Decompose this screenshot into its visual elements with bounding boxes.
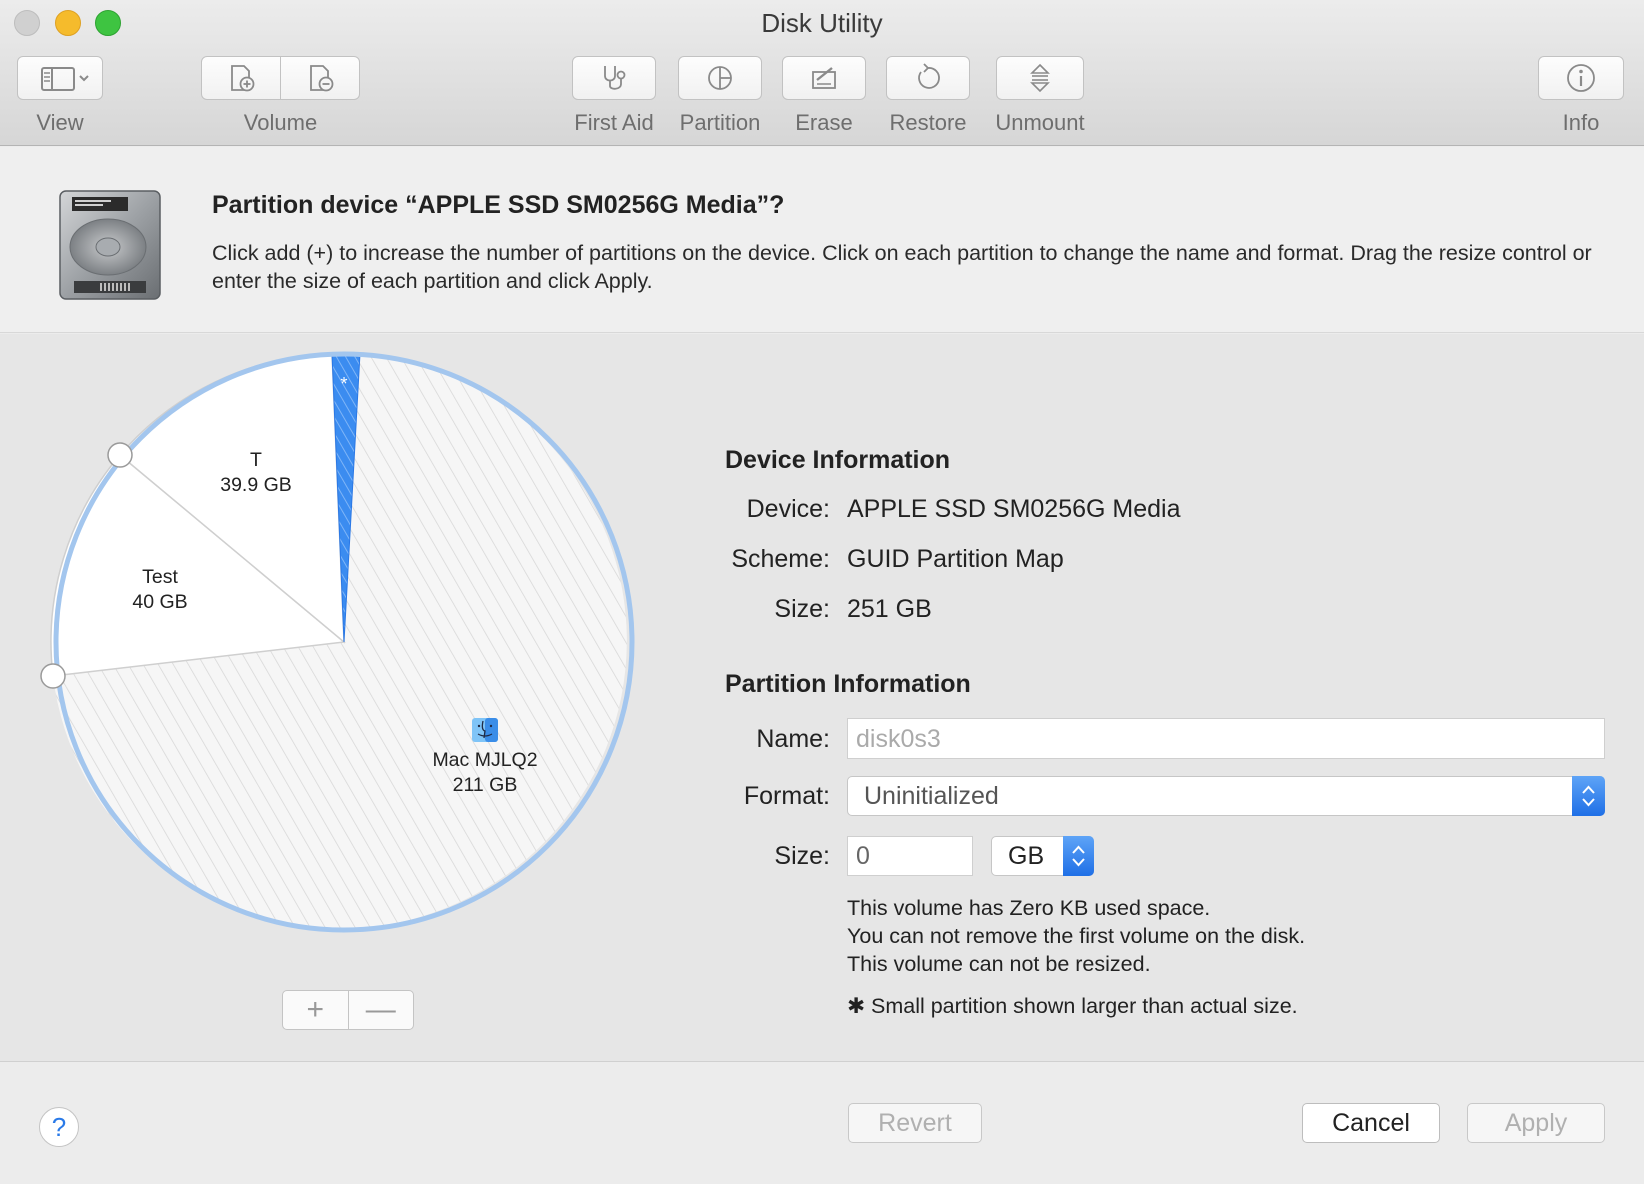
view-label: View — [36, 110, 84, 135]
size-unit-value: GB — [1008, 842, 1045, 870]
resize-handle-test-mac[interactable] — [40, 663, 66, 689]
restore-button[interactable] — [886, 56, 970, 100]
erase-icon — [812, 67, 836, 89]
partition-size-label: Size: — [774, 842, 830, 870]
name-label: Name: — [756, 725, 830, 753]
revert-button[interactable]: Revert — [848, 1103, 982, 1143]
note-not-resizable: This volume can not be resized. — [847, 952, 1151, 976]
device-label: Device: — [746, 495, 830, 523]
view-button[interactable] — [17, 56, 103, 100]
remove-partition-button[interactable]: — — [349, 991, 414, 1029]
note-first-volume: You can not remove the first volume on t… — [847, 924, 1306, 948]
first-aid-button[interactable] — [572, 56, 656, 100]
hard-drive-icon — [59, 190, 161, 300]
partition-button[interactable] — [678, 56, 762, 100]
small-partition-marker: * — [340, 374, 347, 394]
device-size-value: 251 GB — [847, 595, 932, 623]
stethoscope-icon — [604, 66, 626, 90]
partition-dialog-title: Partition device “APPLE SSD SM0256G Medi… — [212, 191, 785, 219]
device-size-label: Size: — [774, 595, 830, 623]
erase-label: Erase — [795, 110, 853, 135]
apply-button[interactable]: Apply — [1467, 1103, 1605, 1143]
partition-name-input[interactable]: disk0s3 — [847, 718, 1605, 759]
slice-label-t-name: T — [250, 449, 262, 471]
partition-dialog-description: Click add (+) to increase the number of … — [212, 241, 1592, 293]
unmount-label: Unmount — [995, 110, 1085, 135]
info-icon — [1567, 64, 1595, 92]
up-down-chevron-icon — [1582, 785, 1595, 807]
first-aid-label: First Aid — [574, 110, 654, 135]
partition-editor: * T 39.9 GB Test 40 GB Mac MJLQ2 211 GB … — [0, 334, 1644, 1062]
info-label: Info — [1562, 110, 1600, 135]
partition-pie-chart[interactable]: * T 39.9 GB Test 40 GB Mac MJLQ2 211 GB — [34, 346, 654, 966]
slice-label-mac-size: 211 GB — [453, 774, 518, 796]
restore-icon — [918, 63, 940, 89]
slice-label-test-size: 40 GB — [132, 591, 187, 613]
restore-label: Restore — [889, 110, 967, 135]
info-button[interactable] — [1538, 56, 1624, 100]
slice-label-test-name: Test — [142, 566, 178, 588]
remove-volume-button[interactable] — [280, 56, 360, 100]
small-partition-footnote: ✱ Small partition shown larger than actu… — [847, 994, 1298, 1018]
window-title: Disk Utility — [761, 8, 883, 38]
format-value: Uninitialized — [864, 782, 999, 810]
partition-information-title: Partition Information — [725, 670, 971, 698]
size-unit-select-arrows[interactable] — [1063, 836, 1094, 876]
finder-icon — [472, 718, 498, 742]
partition-add-remove-control: + — — [282, 990, 414, 1030]
help-button[interactable]: ? — [39, 1107, 79, 1147]
erase-button[interactable] — [782, 56, 866, 100]
add-volume-button[interactable] — [201, 56, 281, 100]
device-information-title: Device Information — [725, 446, 951, 474]
note-used-space: This volume has Zero KB used space. — [847, 896, 1211, 920]
format-label: Format: — [743, 782, 830, 810]
volume-label: Volume — [243, 110, 318, 135]
sidebar-icon — [41, 67, 89, 91]
remove-volume-icon — [310, 65, 334, 92]
partition-header: Partition device “APPLE SSD SM0256G Medi… — [0, 147, 1644, 333]
partition-size-input[interactable]: 0 — [847, 836, 973, 876]
unmount-icon — [1030, 63, 1050, 93]
scheme-label: Scheme: — [731, 545, 830, 573]
toolbar: Disk Utility View Volume First Aid Parti… — [0, 0, 1644, 146]
scheme-value: GUID Partition Map — [847, 545, 1064, 573]
unmount-button[interactable] — [996, 56, 1084, 100]
partition-label: Partition — [679, 110, 761, 135]
format-select-arrows[interactable] — [1572, 776, 1605, 816]
cancel-button[interactable]: Cancel — [1302, 1103, 1440, 1143]
add-partition-button[interactable]: + — [283, 991, 349, 1029]
slice-label-t-size: 39.9 GB — [220, 474, 292, 496]
device-value: APPLE SSD SM0256G Media — [847, 495, 1181, 523]
partition-notes: This volume has Zero KB used space. You … — [847, 894, 1305, 978]
slice-label-mac-name: Mac MJLQ2 — [432, 749, 537, 771]
add-volume-icon — [231, 65, 255, 92]
dialog-footer: ? Revert Cancel Apply — [0, 1063, 1644, 1184]
partition-icon — [708, 66, 732, 90]
up-down-chevron-icon — [1072, 845, 1085, 867]
format-select[interactable]: Uninitialized — [847, 776, 1605, 816]
resize-handle-t-test[interactable] — [107, 442, 133, 468]
size-unit-select[interactable]: GB — [991, 836, 1094, 876]
